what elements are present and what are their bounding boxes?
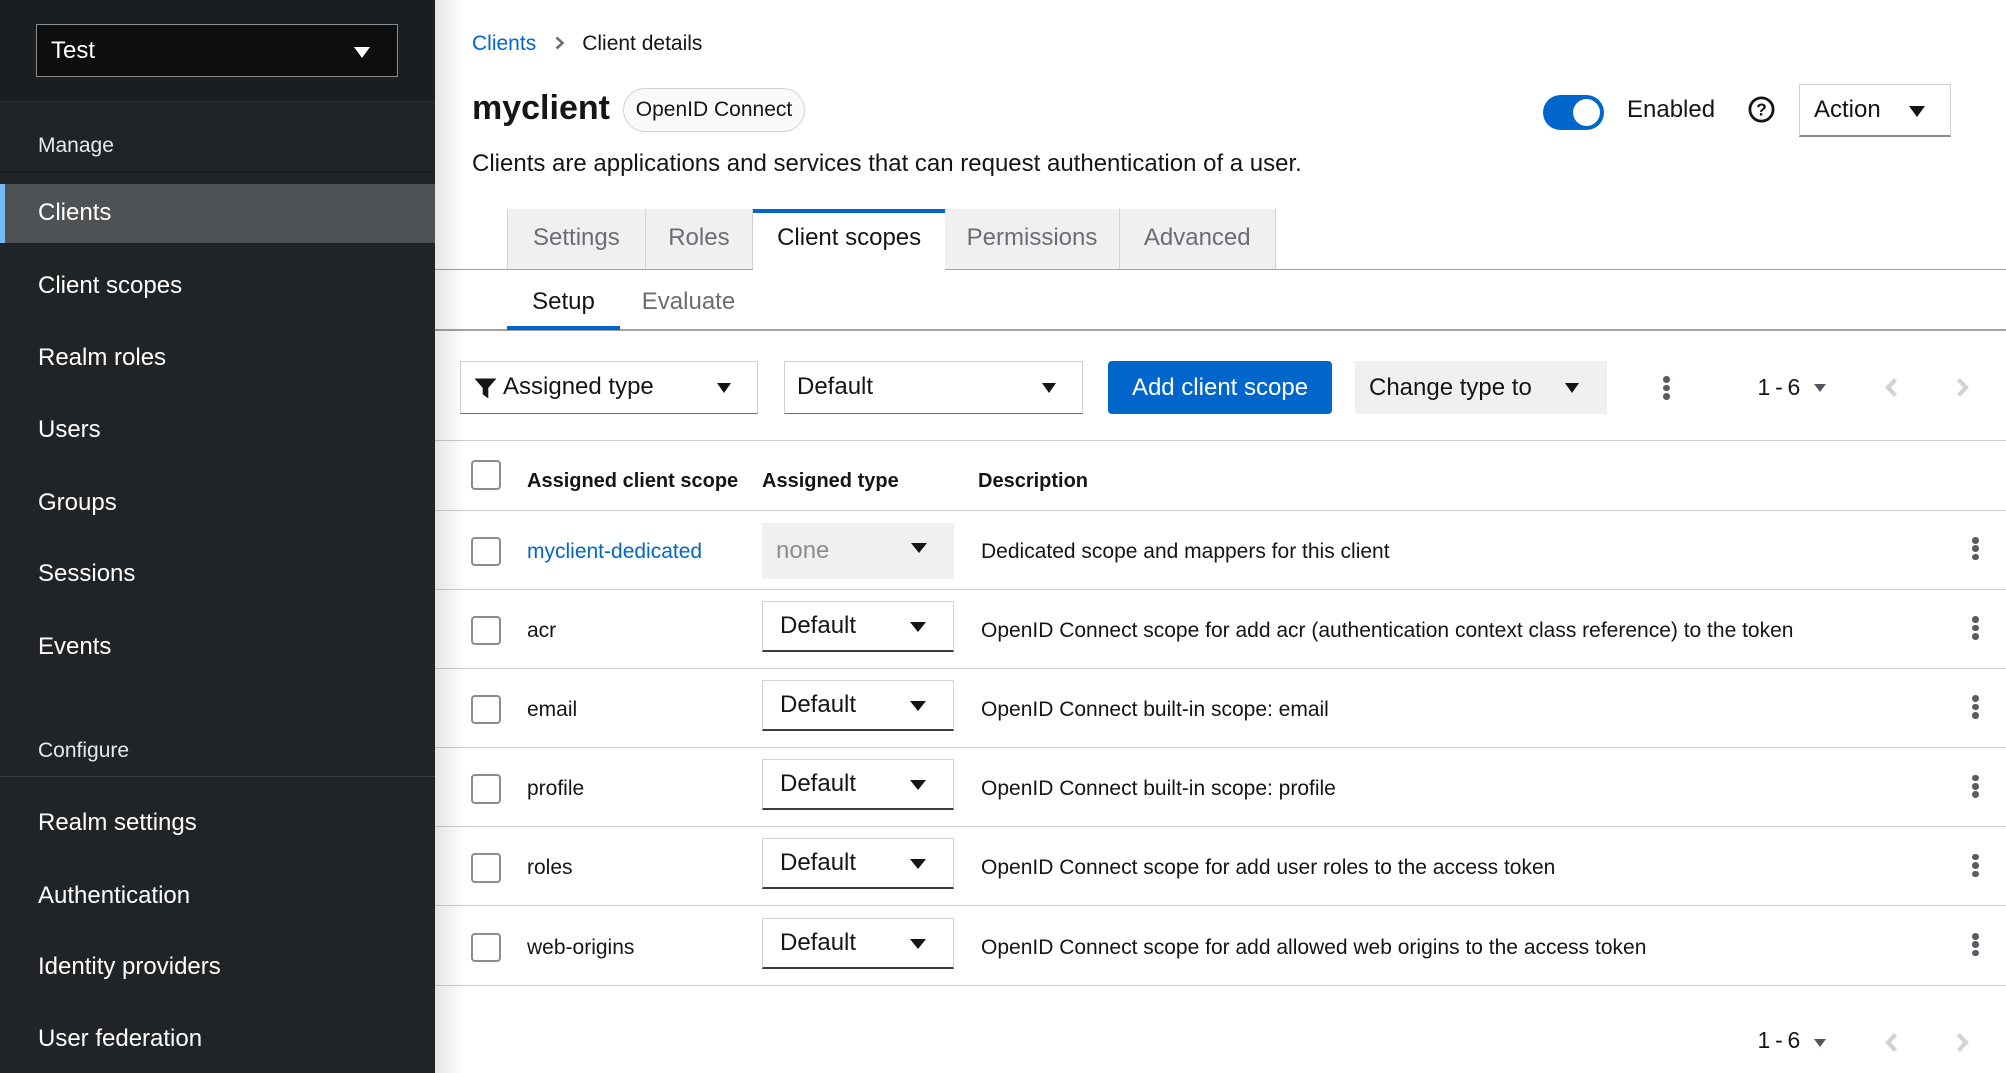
svg-text:?: ? [1756, 99, 1767, 119]
